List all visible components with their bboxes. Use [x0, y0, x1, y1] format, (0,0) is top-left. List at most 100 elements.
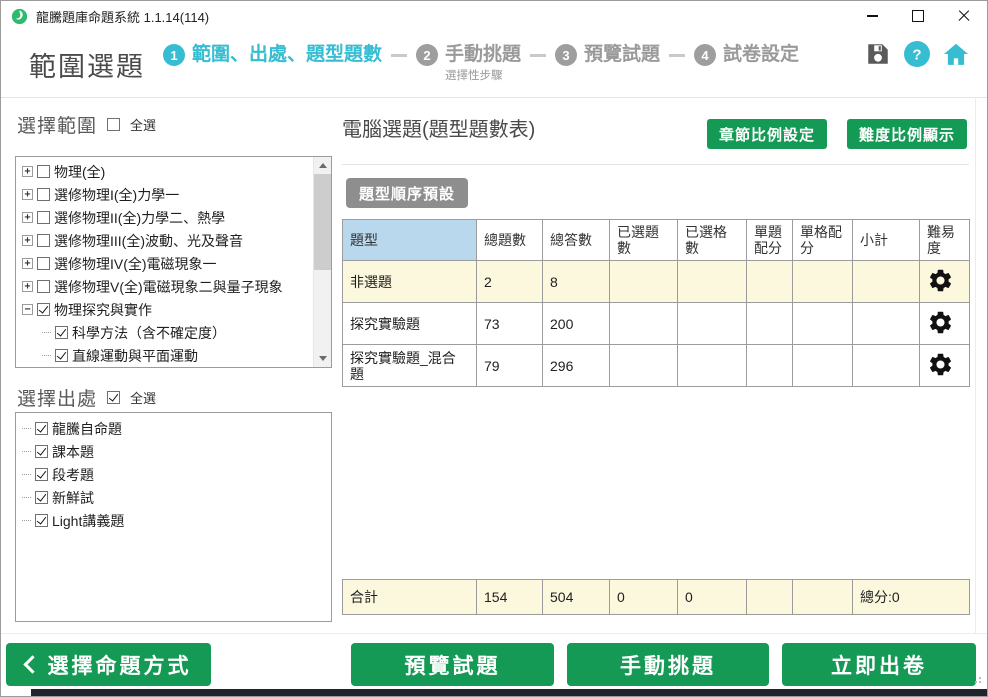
manual-pick-button[interactable]: 手動挑題 — [567, 643, 769, 686]
preview-questions-button[interactable]: 預覽試題 — [351, 643, 554, 686]
expand-icon[interactable]: + — [22, 235, 33, 246]
chapter-ratio-button[interactable]: 章節比例設定 — [707, 119, 827, 149]
table-row: 非選題28 — [343, 261, 970, 303]
value-cell[interactable] — [747, 345, 793, 387]
wizard-step-4[interactable]: 4試卷設定 — [694, 43, 799, 67]
generate-paper-button[interactable]: 立即出卷 — [782, 643, 976, 686]
header-icons: ? — [865, 41, 969, 67]
tree-item[interactable]: 科學方法（含不確定度） — [18, 321, 311, 344]
gear-icon[interactable] — [927, 309, 954, 336]
help-icon[interactable]: ? — [904, 41, 930, 67]
value-cell[interactable] — [610, 303, 678, 345]
question-type-cell: 探究實驗題 — [343, 303, 477, 345]
source-item[interactable]: 課本題 — [18, 440, 327, 463]
difficulty-ratio-button[interactable]: 難度比例顯示 — [847, 119, 967, 149]
tree-checkbox[interactable] — [55, 349, 68, 362]
wizard-step-3[interactable]: 3預覽試題 — [555, 43, 660, 67]
tree-item[interactable]: +選修物理V(全)電磁現象二與量子現象 — [18, 275, 311, 298]
save-icon[interactable] — [865, 41, 891, 67]
scrollbar-thumb[interactable] — [314, 174, 331, 270]
tree-checkbox[interactable] — [37, 165, 50, 178]
tree-checkbox[interactable] — [37, 188, 50, 201]
value-cell[interactable] — [747, 303, 793, 345]
computer-panel-title: 電腦選題(題型題數表) — [342, 113, 535, 142]
source-checkbox[interactable] — [35, 491, 48, 504]
tree-checkbox[interactable] — [37, 234, 50, 247]
window-bottom-shadow — [31, 689, 987, 696]
column-header: 難易度 — [920, 220, 970, 261]
expand-icon[interactable]: + — [22, 258, 33, 269]
value-cell[interactable] — [793, 345, 853, 387]
source-select-all-checkbox[interactable] — [107, 391, 120, 404]
close-button[interactable] — [941, 1, 987, 31]
column-header: 總題數 — [477, 220, 543, 261]
collapse-icon[interactable]: − — [22, 304, 33, 315]
value-cell: 296 — [543, 345, 610, 387]
column-header: 已選格數 — [678, 220, 747, 261]
page-header: 範圍選題 1範圍、出處、題型題數2手動挑題選擇性步驟3預覽試題4試卷設定 ? — [1, 31, 987, 98]
expand-icon[interactable]: + — [22, 212, 33, 223]
table-header-row: 題型總題數總答數已選題數已選格數單題配分單格配分小計難易度 — [343, 220, 970, 261]
value-cell[interactable] — [678, 261, 747, 303]
step-label: 範圍、出處、題型題數 — [192, 44, 382, 65]
tree-item[interactable]: +選修物理I(全)力學一 — [18, 183, 311, 206]
value-cell[interactable] — [610, 261, 678, 303]
tree-checkbox[interactable] — [37, 303, 50, 316]
source-checkbox[interactable] — [35, 422, 48, 435]
source-checkbox[interactable] — [35, 468, 48, 481]
value-cell[interactable] — [678, 345, 747, 387]
wizard-step-1[interactable]: 1範圍、出處、題型題數 — [163, 43, 382, 67]
value-cell — [853, 303, 920, 345]
column-header: 單格配分 — [793, 220, 853, 261]
gear-icon[interactable] — [927, 267, 954, 294]
tree-checkbox[interactable] — [37, 280, 50, 293]
home-icon[interactable] — [943, 41, 969, 67]
question-type-table: 題型總題數總答數已選題數已選格數單題配分單格配分小計難易度非選題28探究實驗題7… — [342, 219, 970, 387]
value-cell[interactable] — [678, 303, 747, 345]
source-item[interactable]: 新鮮試 — [18, 486, 327, 509]
tree-checkbox[interactable] — [37, 257, 50, 270]
tree-item[interactable]: −物理探究與實作 — [18, 298, 311, 321]
tree-item[interactable]: +物理(全) — [18, 160, 311, 183]
expand-icon[interactable]: + — [22, 189, 33, 200]
source-item[interactable]: 龍騰自命題 — [18, 417, 327, 440]
tree-item[interactable]: +選修物理III(全)波動、光及聲音 — [18, 229, 311, 252]
scroll-up-icon[interactable] — [314, 157, 331, 174]
source-checkbox[interactable] — [35, 514, 48, 527]
totals-value-cell: 0 — [678, 580, 747, 615]
tree-item[interactable]: 牛頓運動定律及其應用 — [18, 367, 311, 368]
source-item[interactable]: Light講義題 — [18, 509, 327, 532]
back-to-mode-button[interactable]: 選擇命題方式 — [6, 643, 211, 686]
source-panel-header: 選擇出處 全選 — [17, 384, 156, 411]
range-select-all-label[interactable]: 全選 — [130, 115, 156, 134]
range-select-all-checkbox[interactable] — [107, 118, 120, 131]
scroll-down-icon[interactable] — [314, 350, 331, 367]
source-checkbox[interactable] — [35, 445, 48, 458]
value-cell[interactable] — [610, 345, 678, 387]
gear-icon[interactable] — [927, 351, 954, 378]
value-cell[interactable] — [747, 261, 793, 303]
expand-icon[interactable]: + — [22, 166, 33, 177]
range-tree-scrollbar[interactable] — [313, 157, 331, 367]
tree-item[interactable]: +選修物理IV(全)電磁現象一 — [18, 252, 311, 275]
wizard-step-2[interactable]: 2手動挑題選擇性步驟 — [416, 43, 521, 83]
table-totals-row: 合計15450400總分:0 — [343, 580, 970, 615]
type-order-button[interactable]: 題型順序預設 — [346, 178, 468, 208]
tree-checkbox[interactable] — [37, 211, 50, 224]
expand-icon[interactable]: + — [22, 281, 33, 292]
wizard-steps: 1範圍、出處、題型題數 2手動挑題選擇性步驟 3預覽試題 4試卷設定 — [163, 43, 799, 83]
resize-grip[interactable] — [973, 675, 981, 683]
tree-checkbox[interactable] — [55, 326, 68, 339]
total-score-cell: 總分:0 — [853, 580, 970, 615]
source-item-label: 龍騰自命題 — [52, 419, 122, 439]
tree-item[interactable]: +選修物理II(全)力學二、熱學 — [18, 206, 311, 229]
step-label-group: 預覽試題 — [584, 43, 660, 67]
tree-item[interactable]: 直線運動與平面運動 — [18, 344, 311, 367]
minimize-button[interactable] — [849, 1, 895, 31]
value-cell[interactable] — [793, 303, 853, 345]
step-connector — [391, 54, 407, 57]
value-cell[interactable] — [793, 261, 853, 303]
maximize-button[interactable] — [895, 1, 941, 31]
source-select-all-label[interactable]: 全選 — [130, 388, 156, 407]
source-item[interactable]: 段考題 — [18, 463, 327, 486]
